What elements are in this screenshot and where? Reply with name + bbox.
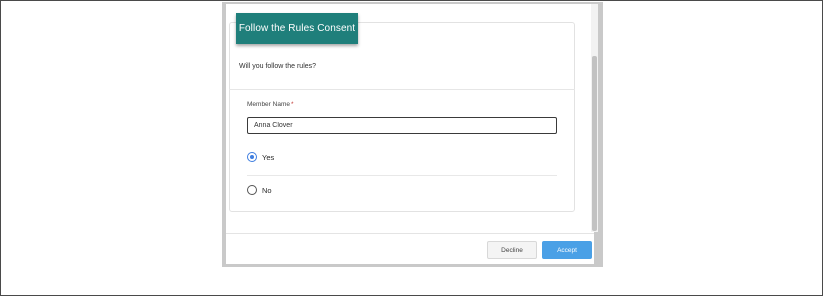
member-name-label-text: Member Name xyxy=(247,101,290,108)
member-name-label: Member Name* xyxy=(247,101,294,108)
modal-title: Follow the Rules Consent xyxy=(236,13,358,44)
radio-yes-selected[interactable] xyxy=(247,152,257,162)
footer-divider xyxy=(226,233,594,234)
modal-scrollbar-thumb[interactable] xyxy=(592,56,597,231)
option-yes-label: Yes xyxy=(262,152,275,162)
radio-no[interactable] xyxy=(247,185,257,195)
decline-button[interactable]: Decline xyxy=(487,241,537,259)
required-marker: * xyxy=(290,101,294,108)
option-no[interactable]: No xyxy=(247,183,272,197)
member-name-input[interactable] xyxy=(247,117,557,134)
option-yes[interactable]: Yes xyxy=(247,150,274,164)
accept-button[interactable]: Accept xyxy=(542,241,592,259)
consent-question: Will you follow the rules? xyxy=(239,63,317,70)
card-divider xyxy=(229,89,575,90)
option-no-label: No xyxy=(262,185,272,195)
option-divider xyxy=(247,175,557,176)
